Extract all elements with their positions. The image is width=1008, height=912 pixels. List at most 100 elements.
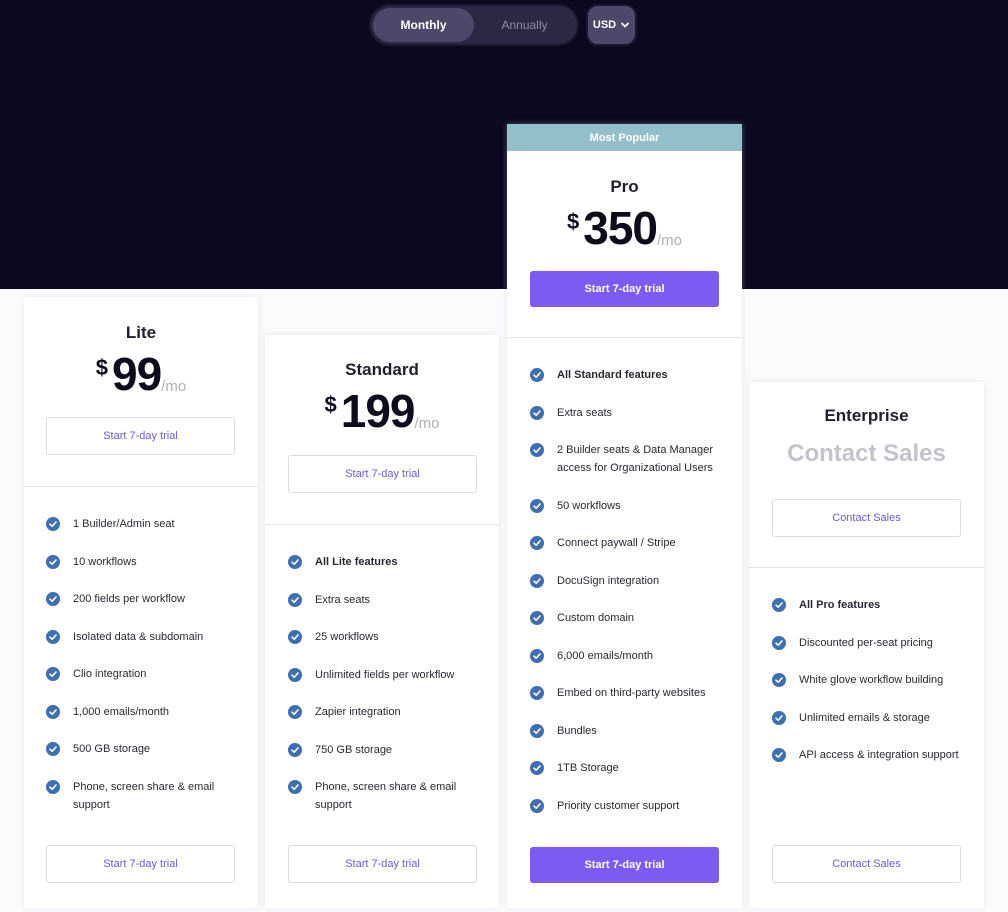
feature-text: 2 Builder seats & Data Manager access fo… xyxy=(557,444,713,474)
feature-item: 6,000 emails/month xyxy=(530,647,730,665)
chevron-down-icon xyxy=(621,22,630,28)
feature-text: Isolated data & subdomain xyxy=(73,630,204,643)
check-circle-icon xyxy=(530,798,544,813)
feature-item: Phone, screen share & email support xyxy=(46,778,246,814)
check-circle-icon xyxy=(530,536,544,550)
feature-item: Zapier integration xyxy=(288,703,488,721)
feature-item: 25 workflows xyxy=(288,628,488,646)
divider xyxy=(24,486,258,487)
feature-item: 750 GB storage xyxy=(288,741,488,759)
check-circle-icon xyxy=(530,648,544,663)
divider xyxy=(749,567,984,568)
check-circle-icon xyxy=(46,517,60,531)
plan-card-enterprise: Enterprise Contact Sales Contact Sales A… xyxy=(749,382,984,908)
feature-item: Extra seats xyxy=(530,404,730,422)
currency-symbol: $ xyxy=(324,392,337,417)
most-popular-badge: Most Popular xyxy=(507,124,742,151)
feature-item: Priority customer support xyxy=(530,797,730,815)
price-period: /mo xyxy=(656,232,682,249)
billing-toggle[interactable]: Monthly Annually xyxy=(369,4,579,46)
feature-text: All Pro features xyxy=(799,599,881,611)
check-circle-icon xyxy=(46,742,60,756)
plan-card-standard: Standard $ 199 /mo Start 7-day trial All… xyxy=(265,335,499,908)
check-circle-icon xyxy=(530,761,544,775)
feature-item: 50 workflows xyxy=(530,497,730,515)
feature-list: 1 Builder/Admin seat 10 workflows 200 fiel… xyxy=(46,515,246,833)
feature-item: Clio integration xyxy=(46,665,246,683)
toggle-monthly[interactable]: Monthly xyxy=(373,8,474,42)
feature-text: Embed on third-party websites xyxy=(557,687,706,699)
feature-item: All Standard features xyxy=(530,366,730,384)
feature-item: Isolated data & subdomain xyxy=(46,628,246,646)
check-circle-icon xyxy=(530,723,544,738)
check-circle-icon xyxy=(530,368,544,382)
feature-item: All Pro features xyxy=(772,596,972,614)
feature-item: 1TB Storage xyxy=(530,759,730,777)
feature-text: Phone, screen share & email support xyxy=(315,781,457,811)
check-circle-icon xyxy=(772,748,786,762)
feature-text: 50 workflows xyxy=(557,499,621,512)
feature-text: Discounted per-seat pricing xyxy=(799,636,933,649)
start-trial-button-top[interactable]: Start 7-day trial xyxy=(530,271,719,307)
feature-item: Discounted per-seat pricing xyxy=(772,634,972,652)
check-circle-icon xyxy=(288,592,302,607)
check-circle-icon xyxy=(772,710,786,725)
start-trial-button-bottom[interactable]: Start 7-day trial xyxy=(530,847,719,883)
plan-name: Enterprise xyxy=(824,406,909,425)
start-trial-button-top[interactable]: Start 7-day trial xyxy=(288,455,477,493)
start-trial-button-bottom[interactable]: Start 7-day trial xyxy=(46,845,235,883)
price-amount: 99 xyxy=(112,348,162,400)
check-circle-icon xyxy=(772,598,786,612)
check-circle-icon xyxy=(288,742,302,757)
feature-item: 200 fields per workflow xyxy=(46,590,246,608)
feature-item: DocuSign integration xyxy=(530,572,730,590)
feature-text: Priority customer support xyxy=(557,799,680,812)
feature-text: Phone, screen share & email support xyxy=(73,780,215,811)
feature-item: Embed on third-party websites xyxy=(530,684,730,702)
feature-text: 1,000 emails/month xyxy=(73,705,169,718)
check-circle-icon xyxy=(530,405,544,420)
feature-item: White glove workflow building xyxy=(772,671,972,689)
feature-text: 1 Builder/Admin seat xyxy=(73,518,175,530)
currency-label: USD xyxy=(592,19,617,31)
check-circle-icon xyxy=(288,705,302,719)
feature-text: Connect paywall / Stripe xyxy=(557,537,676,549)
check-circle-icon xyxy=(530,443,544,457)
feature-text: 750 GB storage xyxy=(315,743,393,756)
currency-select[interactable]: USD xyxy=(586,4,637,46)
toggle-annually[interactable]: Annually xyxy=(474,8,575,42)
check-circle-icon xyxy=(530,573,544,588)
feature-item: All Lite features xyxy=(288,553,488,571)
price-amount: 350 xyxy=(583,202,658,254)
check-circle-icon xyxy=(46,704,60,719)
feature-item: Bundles xyxy=(530,722,730,740)
check-circle-icon xyxy=(288,630,302,644)
feature-text: All Lite features xyxy=(315,556,398,568)
feature-item: Extra seats xyxy=(288,591,488,609)
price: $ 99 /mo xyxy=(24,351,258,397)
feature-text: Clio integration xyxy=(73,668,147,680)
feature-text: White glove workflow building xyxy=(799,674,944,686)
start-trial-button-bottom[interactable]: Start 7-day trial xyxy=(288,845,477,883)
feature-item: 1 Builder/Admin seat xyxy=(46,515,246,533)
feature-text: Custom domain xyxy=(557,612,635,624)
currency-symbol: $ xyxy=(566,209,580,234)
price-contact-sales: Contact Sales xyxy=(787,440,946,467)
price-amount: 199 xyxy=(340,385,416,437)
plan-name: Pro xyxy=(610,177,639,196)
check-circle-icon xyxy=(46,554,60,569)
plan-name: Lite xyxy=(125,323,157,342)
contact-sales-button-bottom[interactable]: Contact Sales xyxy=(772,845,961,883)
feature-text: 200 fields per workflow xyxy=(73,593,185,605)
feature-item: Unlimited fields per workflow xyxy=(288,666,488,684)
feature-text: 6,000 emails/month xyxy=(557,649,653,662)
start-trial-button-top[interactable]: Start 7-day trial xyxy=(46,417,235,455)
check-circle-icon xyxy=(288,780,302,794)
feature-text: All Standard features xyxy=(557,369,668,381)
feature-text: 10 workflows xyxy=(73,555,137,568)
contact-sales-button-top[interactable]: Contact Sales xyxy=(772,499,961,537)
feature-text: 1TB Storage xyxy=(557,762,619,774)
feature-list: All Lite features Extra seats 25 workflows… xyxy=(288,553,488,834)
check-circle-icon xyxy=(46,592,60,606)
feature-item: Connect paywall / Stripe xyxy=(530,534,730,552)
